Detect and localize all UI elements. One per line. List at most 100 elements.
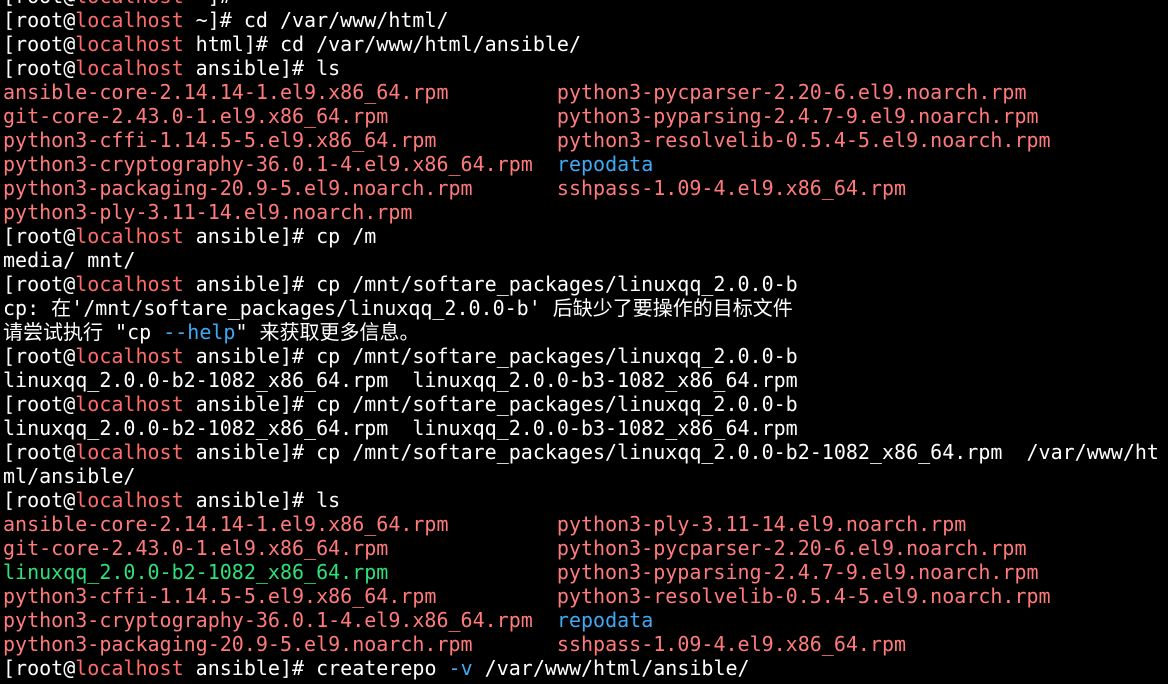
terminal-text-text: ml/ansible/ [3, 464, 136, 488]
terminal-line: cp: 在'/mnt/softare_packages/linuxqq_2.0.… [3, 296, 1168, 320]
terminal-text-host: localhost [75, 440, 184, 464]
terminal-text-package-file: git-core-2.43.0-1.el9.x86_64.rpm [3, 536, 389, 560]
terminal-text-package-file: python3-resolvelib-0.5.4-5.el9.noarch.rp… [556, 584, 1051, 608]
terminal-text-text [533, 608, 557, 632]
terminal-line: [root@localhost ~]# [3, 0, 1168, 8]
terminal-line: ansible-core-2.14.14-1.el9.x86_64.rpm py… [3, 80, 1168, 104]
terminal-text-host: localhost [75, 392, 184, 416]
terminal-text-text: " 来获取更多信息。 [235, 320, 420, 344]
terminal-text-host: localhost [75, 488, 184, 512]
terminal-text-text [388, 104, 557, 128]
terminal-line: [root@localhost ansible]# cp /mnt/softar… [3, 440, 1168, 464]
terminal-text-package-file: python3-pyparsing-2.4.7-9.el9.noarch.rpm [556, 104, 1039, 128]
terminal-text-text [473, 632, 557, 656]
terminal-text-package-file: python3-cffi-1.14.5-5.el9.x86_64.rpm [3, 128, 437, 152]
terminal-text-option: --help [163, 320, 236, 344]
terminal-text-text [449, 512, 557, 536]
terminal-text-host: localhost [75, 0, 183, 8]
terminal-text-text: ansible]# cp /mnt/softare_packages/linux… [183, 344, 798, 368]
terminal-line: python3-ply-3.11-14.el9.noarch.rpm [3, 200, 1168, 224]
terminal-line: python3-cffi-1.14.5-5.el9.x86_64.rpm pyt… [3, 584, 1168, 608]
terminal-text-package-file: python3-packaging-20.9-5.el9.noarch.rpm [3, 176, 473, 200]
terminal-text-text: [root@ [3, 8, 76, 32]
terminal-text-text: cp: 在'/mnt/softare_packages/linuxqq_2.0.… [3, 296, 793, 320]
terminal-text-package-file: ansible-core-2.14.14-1.el9.x86_64.rpm [3, 80, 449, 104]
terminal-text-package-file: ansible-core-2.14.14-1.el9.x86_64.rpm [3, 512, 449, 536]
terminal-text-package-file: git-core-2.43.0-1.el9.x86_64.rpm [3, 104, 389, 128]
terminal-text-text: [root@ [3, 392, 76, 416]
terminal-text-package-file: python3-ply-3.11-14.el9.noarch.rpm [3, 200, 413, 224]
terminal-text-text: ansible]# cp /mnt/softare_packages/linux… [183, 440, 1159, 464]
terminal-text-text [436, 584, 556, 608]
terminal-text-text: [root@ [3, 488, 76, 512]
terminal-line: [root@localhost ~]# cd /var/www/html/ [3, 8, 1168, 32]
terminal-line: [root@localhost ansible]# ls [3, 488, 1168, 512]
terminal-line: git-core-2.43.0-1.el9.x86_64.rpm python3… [3, 104, 1168, 128]
terminal-line: ansible-core-2.14.14-1.el9.x86_64.rpm py… [3, 512, 1168, 536]
terminal-text-directory: repodata [556, 152, 654, 176]
terminal-line: python3-cffi-1.14.5-5.el9.x86_64.rpm pyt… [3, 128, 1168, 152]
terminal-text-host: localhost [75, 656, 184, 680]
terminal-text-host: localhost [75, 344, 184, 368]
terminal-line: [root@localhost html]# cd /var/www/html/… [3, 32, 1168, 56]
terminal-text-text: [root@ [3, 344, 76, 368]
terminal-text-package-file: python3-resolvelib-0.5.4-5.el9.noarch.rp… [556, 128, 1051, 152]
terminal-text-text: ansible]# cp /mnt/softare_packages/linux… [183, 392, 798, 416]
terminal-text-text: linuxqq_2.0.0-b2-1082_x86_64.rpm linuxqq… [3, 368, 798, 392]
terminal-text-text: /var/www/html/ansible/ [472, 656, 750, 680]
terminal-text-text: [root@ [3, 224, 76, 248]
terminal-line: linuxqq_2.0.0-b2-1082_x86_64.rpm python3… [3, 560, 1168, 584]
terminal-line: media/ mnt/ [3, 248, 1168, 272]
terminal-line: ml/ansible/ [3, 464, 1168, 488]
terminal-text-text: ansible]# cp /mnt/softare_packages/linux… [183, 272, 798, 296]
terminal-text-package-file: sshpass-1.09-4.el9.x86_64.rpm [556, 176, 907, 200]
terminal-text-text: html]# cd /var/www/html/ansible/ [183, 32, 581, 56]
terminal-text-host: localhost [75, 32, 184, 56]
terminal-text-package-file: python3-ply-3.11-14.el9.noarch.rpm [556, 512, 967, 536]
terminal-text-package-file: python3-cffi-1.14.5-5.el9.x86_64.rpm [3, 584, 437, 608]
terminal-line: git-core-2.43.0-1.el9.x86_64.rpm python3… [3, 536, 1168, 560]
terminal-text-text: [root@ [3, 0, 75, 8]
terminal-line: python3-cryptography-36.0.1-4.el9.x86_64… [3, 608, 1168, 632]
terminal-text-text: media/ mnt/ [3, 248, 136, 272]
terminal-output[interactable]: [root@localhost ~]#[root@localhost ~]# c… [3, 0, 1168, 680]
terminal-line: linuxqq_2.0.0-b2-1082_x86_64.rpm linuxqq… [3, 416, 1168, 440]
terminal-text-package-file: python3-cryptography-36.0.1-4.el9.x86_64… [3, 152, 533, 176]
terminal-line: python3-packaging-20.9-5.el9.noarch.rpm … [3, 632, 1168, 656]
terminal-text-host: localhost [75, 8, 184, 32]
terminal-text-package-file: sshpass-1.09-4.el9.x86_64.rpm [556, 632, 907, 656]
terminal-text-text [533, 152, 557, 176]
terminal-text-package-file: python3-pycparser-2.20-6.el9.noarch.rpm [556, 536, 1027, 560]
terminal-text-text: [root@ [3, 56, 76, 80]
terminal-text-text: [root@ [3, 272, 76, 296]
terminal-text-text [436, 128, 556, 152]
terminal-line: [root@localhost ansible]# ls [3, 56, 1168, 80]
terminal-text-package-file: python3-packaging-20.9-5.el9.noarch.rpm [3, 632, 473, 656]
terminal-text-host: localhost [75, 272, 184, 296]
terminal-line: [root@localhost ansible]# cp /mnt/softar… [3, 272, 1168, 296]
terminal-line: [root@localhost ansible]# cp /mnt/softar… [3, 392, 1168, 416]
terminal-text-text: linuxqq_2.0.0-b2-1082_x86_64.rpm linuxqq… [3, 416, 798, 440]
terminal-text-text: ~]# cd /var/www/html/ [183, 8, 449, 32]
terminal-text-text [473, 176, 557, 200]
terminal-line: python3-cryptography-36.0.1-4.el9.x86_64… [3, 152, 1168, 176]
terminal-text-text: ansible]# ls [183, 56, 341, 80]
terminal-text-new-file: linuxqq_2.0.0-b2-1082_x86_64.rpm [3, 560, 389, 584]
terminal-line: [root@localhost ansible]# cp /mnt/softar… [3, 344, 1168, 368]
terminal-text-text [449, 80, 557, 104]
terminal-text-text: [root@ [3, 656, 76, 680]
terminal-text-text: [root@ [3, 440, 76, 464]
terminal-text-text: ansible]# cp /m [183, 224, 377, 248]
terminal-text-host: localhost [75, 56, 184, 80]
terminal-line: [root@localhost ansible]# cp /m [3, 224, 1168, 248]
terminal-line: linuxqq_2.0.0-b2-1082_x86_64.rpm linuxqq… [3, 368, 1168, 392]
terminal-text-option: -v [448, 656, 473, 680]
terminal-text-text: 请尝试执行 "cp [3, 320, 164, 344]
terminal-text-text: [root@ [3, 32, 76, 56]
terminal-line: 请尝试执行 "cp --help" 来获取更多信息。 [3, 320, 1168, 344]
terminal-text-text [388, 560, 557, 584]
terminal-text-text: ansible]# ls [183, 488, 341, 512]
terminal-text-text [388, 536, 557, 560]
terminal-line: python3-packaging-20.9-5.el9.noarch.rpm … [3, 176, 1168, 200]
terminal-line: [root@localhost ansible]# createrepo -v … [3, 656, 1168, 680]
